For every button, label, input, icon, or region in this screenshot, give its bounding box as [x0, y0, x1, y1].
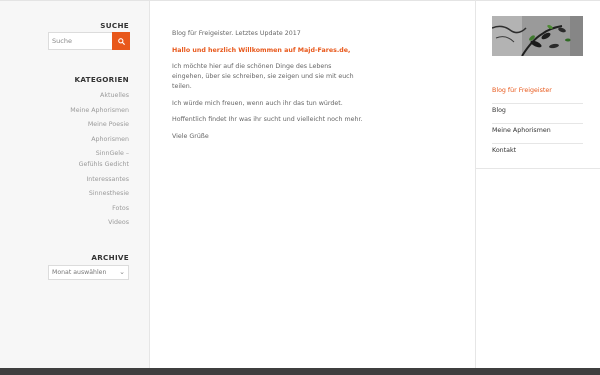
- right-column-divider: [475, 0, 476, 375]
- category-link-videos[interactable]: Videos: [70, 216, 129, 231]
- nav-item-blog[interactable]: Blog: [492, 104, 583, 124]
- category-link-meine-poesie[interactable]: Meine Poesie: [70, 118, 129, 133]
- archive-select-value: Monat auswählen: [52, 269, 107, 276]
- category-link-aktuelles[interactable]: Aktuelles: [70, 89, 129, 104]
- nav-item-blog-fuer-freigeister[interactable]: Blog für Freigeister: [492, 84, 583, 104]
- category-link-sinngele[interactable]: SinnGele – Gefühls Gedicht: [70, 147, 129, 172]
- paragraph-3: Hoffentlich findet Ihr was ihr sucht und…: [172, 116, 363, 123]
- archive-widget-title: ARCHIVE: [91, 253, 129, 262]
- left-sidebar: SUCHE KATEGORIEN Aktuelles Meine Aphoris…: [0, 1, 150, 368]
- category-link-meine-aphorismen[interactable]: Meine Aphorismen: [70, 104, 129, 119]
- paragraph-1: Ich möchte hier auf die schönen Dinge de…: [172, 63, 354, 90]
- nav-item-meine-aphorismen[interactable]: Meine Aphorismen: [492, 124, 583, 144]
- search-form: [48, 32, 130, 50]
- intro-text: Blog für Freigeister. Letztes Update 201…: [172, 30, 301, 37]
- page-navigation: Blog für Freigeister Blog Meine Aphorism…: [492, 84, 583, 164]
- right-column-hr: [476, 168, 600, 169]
- category-link-sinngele-label: SinnGele – Gefühls Gedicht: [78, 150, 129, 168]
- category-link-aphorismen[interactable]: Aphorismen: [70, 133, 129, 148]
- main-content: Blog für Freigeister. Letztes Update 201…: [172, 29, 462, 148]
- category-link-interessantes[interactable]: Interessantes: [70, 173, 129, 188]
- search-input[interactable]: [49, 33, 111, 49]
- magnifier-icon: [117, 37, 125, 45]
- categories-widget-title: KATEGORIEN: [74, 75, 129, 84]
- archive-month-select[interactable]: Monat auswählen ⌄: [48, 265, 129, 280]
- category-list: Aktuelles Meine Aphorismen Meine Poesie …: [70, 89, 129, 231]
- chevron-updown-icon: ⌄: [119, 268, 125, 276]
- header-banner-image[interactable]: [492, 16, 583, 56]
- category-link-sinnesthesie[interactable]: Sinnesthesie: [70, 187, 129, 202]
- welcome-link[interactable]: Hallo und herzlich Willkommen auf Majd-F…: [172, 46, 462, 56]
- search-button[interactable]: [112, 32, 130, 50]
- footer-bar: [0, 368, 600, 375]
- search-widget-title: SUCHE: [100, 21, 129, 30]
- category-link-fotos[interactable]: Fotos: [70, 202, 129, 217]
- plant-photo-graphic: [492, 16, 583, 56]
- paragraph-2: Ich würde mich freuen, wenn auch ihr das…: [172, 99, 343, 107]
- nav-item-kontakt[interactable]: Kontakt: [492, 144, 583, 164]
- paragraph-4: Viele Grüße: [172, 132, 209, 140]
